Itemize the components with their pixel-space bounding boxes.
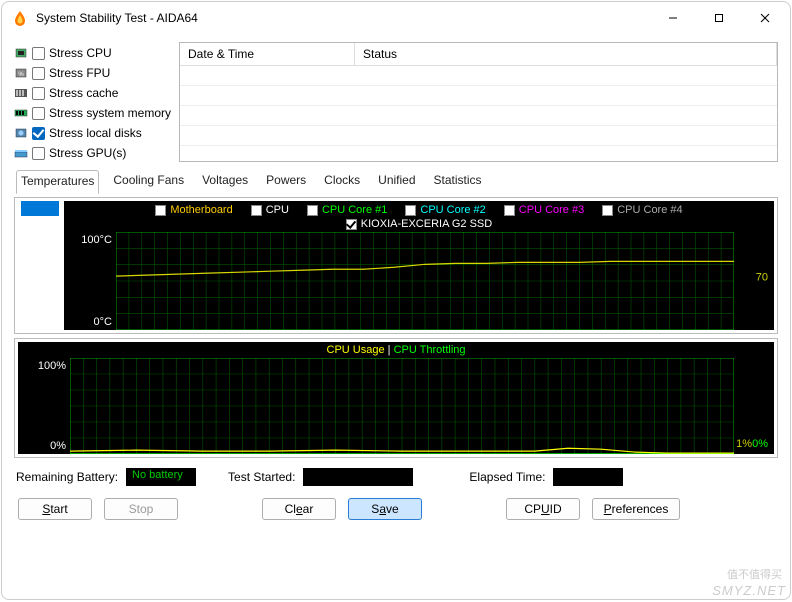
- save-button[interactable]: Save: [348, 498, 422, 520]
- tab-unified[interactable]: Unified: [374, 170, 419, 193]
- stress-checkbox[interactable]: [32, 107, 45, 120]
- tabs: Temperatures Cooling Fans Voltages Powers Cl…: [14, 166, 778, 193]
- legend-item[interactable]: CPU Core #1: [307, 204, 387, 216]
- window-title: System Stability Test - AIDA64: [36, 11, 650, 25]
- legend-label: CPU Core #1: [322, 204, 387, 216]
- usage-chart-svg: [70, 358, 734, 454]
- stress-option-cpu[interactable]: Stress CPU: [14, 44, 171, 62]
- legend-item[interactable]: Motherboard: [155, 204, 232, 216]
- temperature-graph-frame: Motherboard CPU CPU Core #1 CPU Core #2 CPU …: [14, 197, 778, 334]
- stress-option-mem[interactable]: Stress system memory: [14, 104, 171, 122]
- col-header-datetime[interactable]: Date & Time: [180, 43, 355, 65]
- legend-label: CPU Core #4: [617, 204, 682, 216]
- stress-option-gpu[interactable]: Stress GPU(s): [14, 144, 171, 162]
- client-area: Stress CPU% Stress FPU Stress cache Stress …: [2, 34, 790, 599]
- legend-label: CPU Core #3: [519, 204, 584, 216]
- event-log-table: Date & Time Status: [179, 42, 778, 162]
- stress-label: Stress FPU: [49, 66, 110, 80]
- disk-icon: [14, 126, 28, 140]
- legend-checkbox[interactable]: [251, 205, 262, 216]
- temp-chart-svg: [116, 232, 734, 330]
- legend-item[interactable]: CPU Core #3: [504, 204, 584, 216]
- legend-label: CPU: [266, 204, 289, 216]
- legend-checkbox[interactable]: [602, 205, 613, 216]
- cpuid-button[interactable]: CPUID: [506, 498, 580, 520]
- temperature-legend: Motherboard CPU CPU Core #1 CPU Core #2 CPU …: [64, 201, 774, 218]
- stress-checkbox[interactable]: [32, 67, 45, 80]
- stress-checkbox[interactable]: [32, 127, 45, 140]
- temp-ymin-label: 0°C: [94, 316, 112, 328]
- legend-label: CPU Core #2: [420, 204, 485, 216]
- test-started-label: Test Started:: [228, 470, 295, 484]
- mem-icon: [14, 106, 28, 120]
- tab-temperatures[interactable]: Temperatures: [16, 170, 99, 194]
- legend-item-device[interactable]: KIOXIA-EXCERIA G2 SSD: [346, 218, 492, 230]
- stress-label: Stress cache: [49, 86, 118, 100]
- stress-label: Stress GPU(s): [49, 146, 126, 160]
- stress-options: Stress CPU% Stress FPU Stress cache Stress …: [14, 42, 171, 162]
- test-started-value: [303, 468, 413, 486]
- svg-text:%: %: [18, 72, 24, 78]
- stress-option-fpu[interactable]: % Stress FPU: [14, 64, 171, 82]
- fpu-icon: %: [14, 66, 28, 80]
- stress-label: Stress CPU: [49, 46, 112, 60]
- col-header-status[interactable]: Status: [355, 43, 777, 65]
- gpu-icon: [14, 146, 28, 160]
- status-row: Remaining Battery: No battery Test Start…: [14, 462, 778, 488]
- usage-right-value: 1%: [736, 438, 752, 450]
- elapsed-label: Elapsed Time:: [469, 470, 545, 484]
- legend-item[interactable]: CPU: [251, 204, 289, 216]
- cpu-usage-graph-frame: CPU Usage | CPU Throttling 100% 0% 1% 0%: [14, 338, 778, 458]
- stress-checkbox[interactable]: [32, 47, 45, 60]
- app-icon: [12, 10, 28, 26]
- tab-powers[interactable]: Powers: [262, 170, 310, 193]
- maximize-button[interactable]: [696, 3, 742, 33]
- tab-cooling-fans[interactable]: Cooling Fans: [109, 170, 188, 193]
- stress-option-cache[interactable]: Stress cache: [14, 84, 171, 102]
- app-window: System Stability Test - AIDA64 Stress CP…: [1, 1, 791, 600]
- stress-checkbox[interactable]: [32, 147, 45, 160]
- event-log-rows: [180, 66, 777, 148]
- legend-label: Motherboard: [170, 204, 232, 216]
- legend-checkbox-device[interactable]: [346, 219, 357, 230]
- temp-ymax-label: 100°C: [81, 234, 112, 246]
- start-button[interactable]: Start: [18, 498, 92, 520]
- battery-value: No battery: [126, 468, 196, 486]
- cpu-usage-graph: CPU Usage | CPU Throttling 100% 0% 1% 0%: [18, 342, 774, 454]
- throttle-right-value: 0%: [752, 438, 768, 450]
- clear-button[interactable]: Clear: [262, 498, 336, 520]
- legend-label-device: KIOXIA-EXCERIA G2 SSD: [361, 218, 492, 230]
- elapsed-value: [553, 468, 623, 486]
- legend-checkbox[interactable]: [504, 205, 515, 216]
- cpu-graph-title: CPU Usage | CPU Throttling: [18, 342, 774, 358]
- titlebar: System Stability Test - AIDA64: [2, 2, 790, 34]
- legend-item[interactable]: CPU Core #2: [405, 204, 485, 216]
- cache-icon: [14, 86, 28, 100]
- close-button[interactable]: [742, 3, 788, 33]
- stress-label: Stress system memory: [49, 106, 171, 120]
- usage-ymax-label: 100%: [38, 360, 66, 372]
- tab-statistics[interactable]: Statistics: [430, 170, 486, 193]
- minimize-button[interactable]: [650, 3, 696, 33]
- legend-checkbox[interactable]: [155, 205, 166, 216]
- usage-ymin-label: 0%: [50, 440, 66, 452]
- legend-checkbox[interactable]: [405, 205, 416, 216]
- stress-checkbox[interactable]: [32, 87, 45, 100]
- tab-voltages[interactable]: Voltages: [198, 170, 252, 193]
- temp-right-value: 70: [756, 271, 768, 283]
- stop-button[interactable]: Stop: [104, 498, 178, 520]
- stress-label: Stress local disks: [49, 126, 142, 140]
- stress-option-disk[interactable]: Stress local disks: [14, 124, 171, 142]
- tab-clocks[interactable]: Clocks: [320, 170, 364, 193]
- temperature-graph: Motherboard CPU CPU Core #1 CPU Core #2 CPU …: [64, 201, 774, 330]
- button-bar: Start Stop Clear Save CPUID Preferences: [14, 492, 778, 526]
- preferences-button[interactable]: Preferences: [592, 498, 680, 520]
- battery-label: Remaining Battery:: [16, 470, 118, 484]
- legend-checkbox[interactable]: [307, 205, 318, 216]
- sensor-select-strip[interactable]: [21, 201, 59, 216]
- legend-item[interactable]: CPU Core #4: [602, 204, 682, 216]
- cpu-icon: [14, 46, 28, 60]
